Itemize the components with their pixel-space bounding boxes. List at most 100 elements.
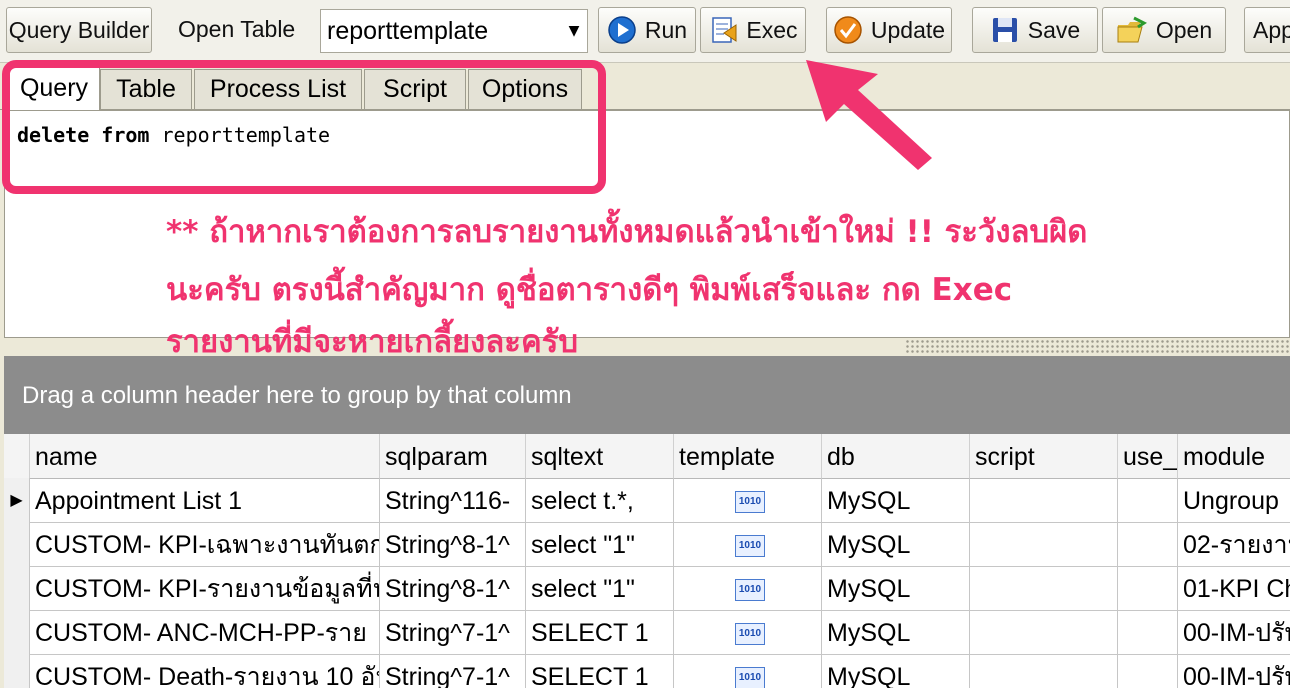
cell-template[interactable]: 1010	[674, 522, 822, 566]
table-row[interactable]: CUSTOM- KPI-เฉพาะงานทันตกร String^8-1^ sel…	[4, 522, 1290, 567]
cell-sqlparam[interactable]: String^8-1^	[380, 522, 526, 566]
cell-module[interactable]: 01-KPI Ch	[1178, 566, 1290, 610]
row-indicator[interactable]	[4, 522, 30, 566]
cell-script[interactable]	[970, 566, 1118, 610]
sql-table-name: reporttemplate	[161, 123, 331, 147]
cell-name[interactable]: CUSTOM- KPI-รายงานข้อมูลที่นำ	[30, 566, 380, 610]
cell-module[interactable]: 02-รายงาน	[1178, 522, 1290, 566]
cell-sqlparam[interactable]: String^8-1^	[380, 566, 526, 610]
column-header-sqltext[interactable]: sqltext	[526, 434, 674, 478]
cell-sqltext[interactable]: select t.*,	[526, 478, 674, 522]
cell-template[interactable]: 1010	[674, 478, 822, 522]
row-indicator[interactable]	[4, 654, 30, 688]
binary-blob-icon: 1010	[735, 491, 765, 514]
binary-blob-icon: 1010	[735, 623, 765, 646]
cell-sqlparam[interactable]: String^7-1^	[380, 610, 526, 654]
grid-header: name sqlparam sqltext template db script…	[4, 434, 1290, 479]
sql-keyword-delete: delete	[17, 123, 90, 147]
cell-script[interactable]	[970, 654, 1118, 688]
column-header-db[interactable]: db	[822, 434, 970, 478]
cell-script[interactable]	[970, 610, 1118, 654]
cell-sqlparam[interactable]: String^7-1^	[380, 654, 526, 688]
run-button[interactable]: Run	[598, 7, 696, 53]
cell-name[interactable]: CUSTOM- KPI-เฉพาะงานทันตกร	[30, 522, 380, 566]
column-header-template[interactable]: template	[674, 434, 822, 478]
annotation-line-2: นะครับ ตรงนี้สำคัญมาก ดูชื่อตารางดีๆ พิม…	[166, 272, 1013, 308]
column-header-name[interactable]: name	[30, 434, 380, 478]
cell-sqltext[interactable]: select "1"	[526, 566, 674, 610]
update-label: Update	[870, 16, 946, 43]
cell-use[interactable]	[1118, 522, 1178, 566]
cell-use[interactable]	[1118, 610, 1178, 654]
cell-sqltext[interactable]: select "1"	[526, 522, 674, 566]
binary-blob-icon: 1010	[735, 579, 765, 602]
update-button[interactable]: Update	[826, 7, 952, 53]
splitter-grip[interactable]	[905, 339, 1290, 353]
cell-db[interactable]: MySQL	[822, 654, 970, 688]
tab-table[interactable]: Table	[100, 69, 192, 109]
table-select[interactable]: reporttemplate ▼	[320, 9, 588, 53]
cell-sqltext[interactable]: SELECT 1	[526, 610, 674, 654]
tab-script[interactable]: Script	[364, 69, 466, 109]
column-header-sqlparam[interactable]: sqlparam	[380, 434, 526, 478]
open-label: Open	[1155, 16, 1213, 43]
group-by-panel[interactable]: Drag a column header here to group by th…	[4, 356, 1290, 434]
open-folder-icon	[1117, 16, 1147, 43]
table-row[interactable]: CUSTOM- Death-รายงาน 10 อัน String^7-1^ SE…	[4, 654, 1290, 688]
query-builder-button[interactable]: Query Builder	[6, 7, 152, 53]
save-button[interactable]: Save	[972, 7, 1098, 53]
cell-template[interactable]: 1010	[674, 654, 822, 688]
floppy-icon	[992, 18, 1017, 42]
annotation-line-3: รายงานที่มีจะหายเกลี้ยงละครับ	[166, 324, 579, 360]
tab-process-list[interactable]: Process List	[194, 69, 362, 109]
update-icon	[834, 16, 862, 44]
table-row[interactable]: ▶ Appointment List 1 String^116- select t.*…	[4, 478, 1290, 523]
table-select-value: reporttemplate	[327, 16, 489, 45]
open-button[interactable]: Open	[1102, 7, 1226, 53]
annotation-arrow-icon	[806, 60, 932, 170]
sql-keyword-from: from	[101, 123, 150, 147]
row-indicator[interactable]	[4, 566, 30, 610]
cell-db[interactable]: MySQL	[822, 478, 970, 522]
cell-name[interactable]: Appointment List 1	[30, 478, 380, 522]
cell-db[interactable]: MySQL	[822, 610, 970, 654]
cell-module[interactable]: Ungroup	[1178, 478, 1290, 522]
tab-options[interactable]: Options	[468, 69, 582, 109]
group-by-hint: Drag a column header here to group by th…	[22, 382, 572, 409]
binary-blob-icon: 1010	[735, 535, 765, 558]
cell-template[interactable]: 1010	[674, 610, 822, 654]
result-grid: name sqlparam sqltext template db script…	[4, 434, 1290, 688]
cell-use[interactable]	[1118, 478, 1178, 522]
cell-name[interactable]: CUSTOM- ANC-MCH-PP-ราย	[30, 610, 380, 654]
cell-db[interactable]: MySQL	[822, 566, 970, 610]
table-row[interactable]: CUSTOM- ANC-MCH-PP-ราย String^7-1^ SELECT …	[4, 610, 1290, 655]
binary-blob-icon: 1010	[735, 667, 765, 688]
play-icon	[608, 16, 636, 44]
tab-query[interactable]: Query	[8, 65, 100, 110]
exec-icon	[712, 17, 737, 43]
table-row[interactable]: CUSTOM- KPI-รายงานข้อมูลที่นำ String^8-1^…	[4, 566, 1290, 611]
cell-sqlparam[interactable]: String^116-	[380, 478, 526, 522]
sql-text[interactable]: delete from reporttemplate	[17, 123, 330, 147]
toolbar: Query Builder Open Table reporttemplate …	[0, 0, 1290, 63]
cell-use[interactable]	[1118, 566, 1178, 610]
cell-use[interactable]	[1118, 654, 1178, 688]
cell-script[interactable]	[970, 522, 1118, 566]
column-header-script[interactable]: script	[970, 434, 1118, 478]
query-tabstrip: Query Table Process List Script Options	[0, 63, 1290, 110]
column-header-use[interactable]: use_	[1118, 434, 1178, 478]
exec-button[interactable]: Exec	[700, 7, 806, 53]
column-header-module[interactable]: module	[1178, 434, 1290, 478]
cell-sqltext[interactable]: SELECT 1	[526, 654, 674, 688]
chevron-down-icon[interactable]: ▼	[561, 23, 587, 39]
app-button[interactable]: App	[1244, 7, 1290, 53]
cell-module[interactable]: 00-IM-ปรับ	[1178, 610, 1290, 654]
cell-db[interactable]: MySQL	[822, 522, 970, 566]
header-indicator	[4, 434, 30, 478]
cell-module[interactable]: 00-IM-ปรับ	[1178, 654, 1290, 688]
cell-name[interactable]: CUSTOM- Death-รายงาน 10 อัน	[30, 654, 380, 688]
cell-template[interactable]: 1010	[674, 566, 822, 610]
row-indicator[interactable]	[4, 610, 30, 654]
row-indicator-current-icon[interactable]: ▶	[4, 478, 30, 522]
cell-script[interactable]	[970, 478, 1118, 522]
